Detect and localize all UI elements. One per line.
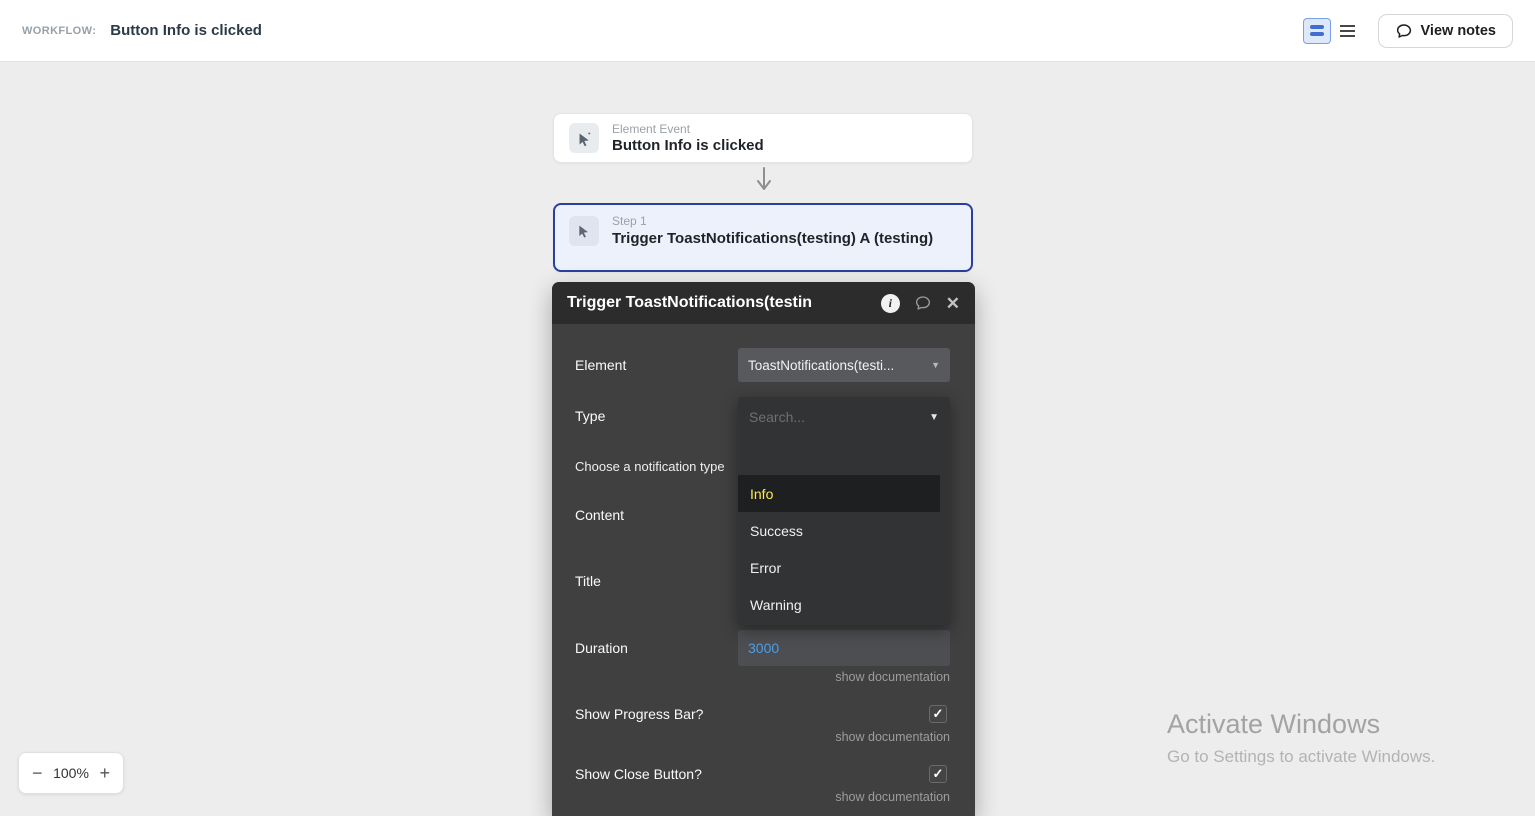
property-editor-body: Element ToastNotifications(testi... ▼ Ty… (552, 324, 975, 816)
card-view-icon (1310, 25, 1324, 36)
property-editor: Trigger ToastNotifications(testin i ✕ El… (552, 282, 975, 816)
dropdown-option-error[interactable]: Error (738, 549, 950, 586)
type-field-hint: Choose a notification type (575, 459, 725, 474)
progress-bar-field-label: Show Progress Bar? (575, 706, 703, 722)
workflow-header: WORKFLOW: Button Info is clicked (22, 22, 262, 39)
speech-bubble-icon (1395, 22, 1413, 40)
event-title: Button Info is clicked (612, 137, 764, 154)
element-event-icon (569, 123, 599, 153)
zoom-level: 100% (53, 765, 89, 781)
step-number-label: Step 1 (612, 214, 933, 228)
workflow-canvas[interactable]: Element Event Button Info is clicked Ste… (0, 62, 1535, 816)
zoom-out-button[interactable]: − (32, 764, 43, 782)
property-editor-header[interactable]: Trigger ToastNotifications(testin i ✕ (552, 282, 975, 324)
duration-input[interactable] (738, 630, 950, 666)
card-view-button[interactable] (1303, 18, 1331, 44)
hamburger-icon (1340, 25, 1355, 37)
zoom-control: − 100% + (18, 752, 124, 794)
close-button-checkbox[interactable]: ✓ (929, 765, 947, 783)
progress-bar-checkbox[interactable]: ✓ (929, 705, 947, 723)
close-button-field-label: Show Close Button? (575, 766, 702, 782)
list-view-button[interactable] (1334, 18, 1362, 44)
info-icon[interactable]: i (881, 294, 900, 313)
view-toggle-group (1303, 18, 1362, 44)
zoom-in-button[interactable]: + (99, 764, 110, 782)
workflow-editor: WORKFLOW: Button Info is clicked View no… (0, 0, 1535, 816)
element-dropdown[interactable]: ToastNotifications(testi... ▼ (738, 348, 950, 382)
workflow-title: Button Info is clicked (110, 22, 262, 39)
view-notes-label: View notes (1421, 23, 1496, 39)
dropdown-option-success[interactable]: Success (738, 512, 950, 549)
show-documentation-link[interactable]: show documentation (835, 790, 950, 804)
view-notes-button[interactable]: View notes (1378, 14, 1513, 48)
title-field-label: Title (575, 573, 601, 589)
dropdown-spacer (738, 437, 950, 475)
show-documentation-link[interactable]: show documentation (835, 730, 950, 744)
close-icon[interactable]: ✕ (946, 295, 960, 312)
dropdown-option-warning[interactable]: Warning (738, 586, 950, 623)
check-icon: ✓ (933, 706, 944, 722)
type-dropdown: ▼ Info Success Error Warning (738, 397, 950, 625)
property-editor-title: Trigger ToastNotifications(testin (567, 294, 881, 312)
type-dropdown-search: ▼ (738, 397, 950, 437)
step-card[interactable]: Step 1 Trigger ToastNotifications(testin… (553, 203, 973, 272)
step-card-text: Step 1 Trigger ToastNotifications(testin… (612, 214, 933, 249)
workflow-label: WORKFLOW: (22, 25, 96, 37)
comment-icon[interactable] (914, 294, 932, 312)
content-field-label: Content (575, 507, 624, 523)
duration-field-label: Duration (575, 640, 628, 656)
watermark-subtitle: Go to Settings to activate Windows. (1167, 747, 1435, 767)
event-card-text: Element Event Button Info is clicked (612, 122, 764, 154)
event-card[interactable]: Element Event Button Info is clicked (553, 113, 973, 163)
chevron-down-icon: ▼ (931, 360, 940, 370)
step-title: Trigger ToastNotifications(testing) A (t… (612, 229, 933, 249)
panel-header-icons: i ✕ (881, 294, 960, 313)
chevron-down-icon: ▼ (929, 412, 939, 423)
element-dropdown-value: ToastNotifications(testi... (748, 358, 894, 373)
event-kind-label: Element Event (612, 122, 764, 136)
top-bar-actions: View notes (1303, 14, 1513, 48)
type-field-label: Type (575, 408, 605, 424)
activate-windows-watermark: Activate Windows Go to Settings to activ… (1167, 709, 1435, 767)
check-icon: ✓ (933, 766, 944, 782)
top-bar: WORKFLOW: Button Info is clicked View no… (0, 0, 1535, 62)
flow-arrow-icon (755, 166, 773, 203)
element-field-label: Element (575, 357, 626, 373)
dropdown-option-info[interactable]: Info (738, 475, 940, 512)
type-search-input[interactable] (749, 409, 929, 425)
show-documentation-link[interactable]: show documentation (835, 670, 950, 684)
watermark-title: Activate Windows (1167, 709, 1435, 740)
step-action-icon (569, 216, 599, 246)
